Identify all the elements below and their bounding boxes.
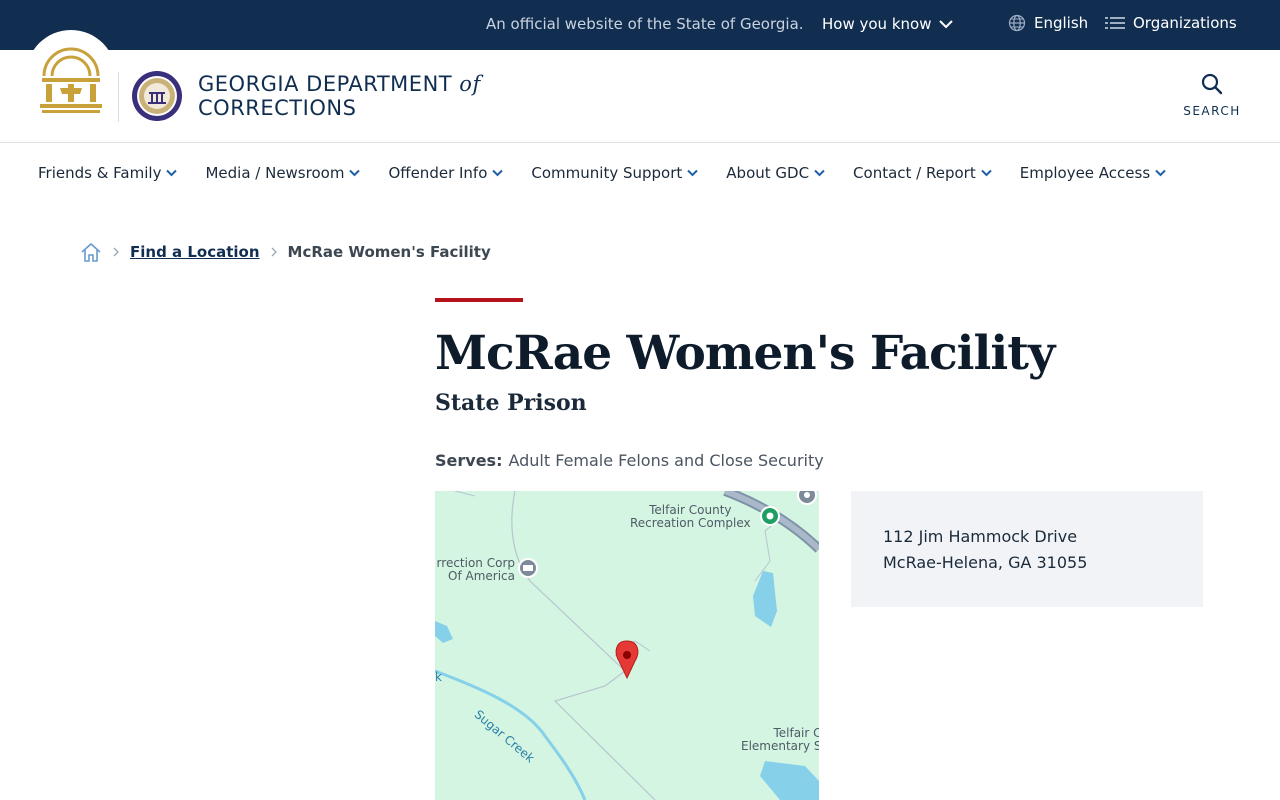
chevron-right-icon (113, 247, 119, 257)
official-site-text: An official website of the State of Geor… (486, 15, 804, 33)
nav-item-contact-report[interactable]: Contact / Report (853, 164, 992, 182)
address-card: 112 Jim Hammock Drive McRae-Helena, GA 3… (851, 491, 1203, 607)
chevron-down-icon (939, 20, 954, 29)
agency-name-of: of (459, 72, 481, 96)
list-icon (1105, 17, 1125, 29)
site-header: GEORGIA DEPARTMENT of CORRECTIONS SEARCH (0, 30, 1280, 143)
nav-item-label: Media / Newsroom (205, 164, 345, 182)
map-label-correction-corp: rrection Corp Of America (435, 557, 515, 583)
address-line2: McRae-Helena, GA 31055 (883, 553, 1088, 572)
main-navigation: Friends & Family Media / Newsroom Offend… (0, 143, 1280, 205)
map-label-telfair-elementary: Telfair C Elementary S (741, 727, 819, 753)
nav-item-label: Community Support (531, 164, 683, 182)
breadcrumb-current: McRae Women's Facility (287, 243, 491, 261)
nav-item-offender-info[interactable]: Offender Info (388, 164, 504, 182)
official-banner: An official website of the State of Geor… (0, 0, 1280, 50)
gdc-seal-logo[interactable] (131, 70, 183, 122)
logo-divider (118, 72, 119, 122)
map-label-creek-fragment: k (435, 670, 442, 684)
globe-icon (1008, 14, 1026, 32)
title-accent-bar (435, 298, 523, 302)
chevron-down-icon (166, 169, 178, 177)
how-you-know-button[interactable]: How you know (822, 15, 954, 33)
serves-value: Adult Female Felons and Close Security (508, 451, 824, 470)
georgia-seal-logo[interactable] (38, 42, 104, 114)
nav-item-media-newsroom[interactable]: Media / Newsroom (205, 164, 361, 182)
map-label-rec-complex: Telfair County Recreation Complex (630, 504, 751, 530)
nav-item-label: About GDC (726, 164, 810, 182)
map-label-correction-corp-text: rrection Corp Of America (436, 556, 515, 583)
location-pin-icon (615, 640, 639, 680)
facility-type: State Prison (435, 390, 587, 416)
nav-item-community-support[interactable]: Community Support (531, 164, 698, 182)
breadcrumb: Find a Location McRae Women's Facility (80, 241, 491, 263)
nav-item-friends-family[interactable]: Friends & Family (38, 164, 178, 182)
chevron-down-icon (349, 169, 361, 177)
chevron-down-icon (814, 169, 825, 177)
language-selector[interactable]: English (1008, 14, 1088, 32)
nav-item-label: Offender Info (388, 164, 488, 182)
nav-item-label: Contact / Report (853, 164, 976, 182)
nav-item-label: Friends & Family (38, 164, 162, 182)
language-label: English (1034, 14, 1089, 32)
map-label-rec-complex-text: Telfair County Recreation Complex (630, 503, 751, 530)
agency-name[interactable]: GEORGIA DEPARTMENT of CORRECTIONS (198, 72, 481, 120)
how-you-know-label: How you know (822, 15, 932, 33)
search-label: SEARCH (1183, 104, 1241, 118)
nav-item-about-gdc[interactable]: About GDC (726, 164, 825, 182)
agency-name-line1: GEORGIA DEPARTMENT (198, 72, 453, 96)
home-icon[interactable] (80, 241, 102, 263)
address-line1: 112 Jim Hammock Drive (883, 527, 1078, 546)
nav-item-employee-access[interactable]: Employee Access (1020, 164, 1166, 182)
nav-item-label: Employee Access (1019, 164, 1151, 182)
map-canvas (435, 491, 819, 800)
search-icon (1201, 73, 1223, 95)
page-title: McRae Women's Facility (435, 326, 1055, 381)
organizations-label: Organizations (1133, 14, 1237, 32)
search-button[interactable]: SEARCH (1180, 72, 1244, 118)
organizations-button[interactable]: Organizations (1105, 14, 1237, 32)
serves-label: Serves: (435, 451, 503, 470)
chevron-down-icon (1155, 169, 1166, 177)
chevron-right-icon (271, 247, 277, 257)
chevron-down-icon (981, 169, 992, 177)
map-label-telfair-elementary-text: Telfair C Elementary S (741, 726, 819, 753)
chevron-down-icon (687, 169, 698, 177)
chevron-down-icon (492, 169, 504, 177)
serves-info: Serves: Adult Female Felons and Close Sec… (435, 451, 824, 470)
agency-name-line2: CORRECTIONS (198, 96, 357, 120)
breadcrumb-find-location-link[interactable]: Find a Location (130, 243, 260, 261)
location-map[interactable]: Telfair County Recreation Complex rrecti… (435, 491, 819, 800)
